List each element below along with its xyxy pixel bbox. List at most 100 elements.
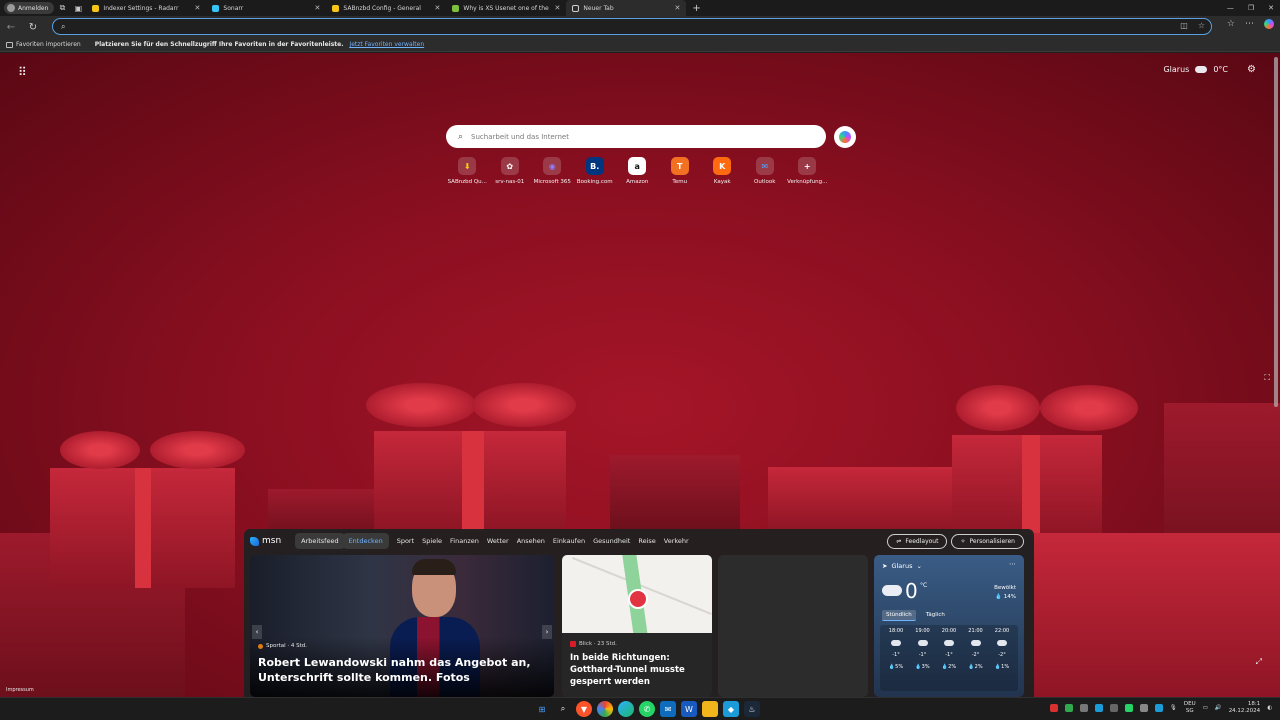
- volume-icon[interactable]: 🔊: [1215, 705, 1222, 711]
- edge-icon[interactable]: [618, 701, 634, 717]
- tray-app-icon[interactable]: [1064, 704, 1073, 712]
- news-headline[interactable]: Robert Lewandowski nahm das Angebot an, …: [258, 655, 548, 685]
- msn-logo[interactable]: msn: [250, 536, 281, 546]
- vscode-icon[interactable]: ◆: [723, 701, 739, 717]
- quick-link-amazon[interactable]: a Amazon: [616, 157, 659, 185]
- favorite-star-icon[interactable]: ☆: [1198, 21, 1205, 30]
- quick-link-srv-nas[interactable]: ✿ srv-nas-01: [489, 157, 532, 185]
- app-launcher-icon[interactable]: ⠿: [18, 65, 27, 79]
- manage-favorites-link[interactable]: Jetzt Favoriten verwalten: [349, 41, 424, 48]
- tray-app-icon[interactable]: [1094, 704, 1103, 712]
- quick-link-outlook[interactable]: ✉ Outlook: [744, 157, 787, 185]
- copilot-icon[interactable]: [1264, 19, 1274, 29]
- weather-widget[interactable]: Glarus 0°C: [1163, 65, 1228, 74]
- language-indicator[interactable]: DEU SG: [1184, 701, 1196, 715]
- import-favorites-button[interactable]: Favoriten importieren: [6, 41, 81, 48]
- tab-daily[interactable]: Täglich: [922, 610, 949, 621]
- clock[interactable]: 18:1 24.12.2024: [1229, 701, 1261, 715]
- feed-nav-finanzen[interactable]: Finanzen: [450, 537, 479, 545]
- new-tab-button[interactable]: +: [692, 3, 700, 14]
- microphone-icon[interactable]: [1049, 704, 1058, 712]
- bluetooth-icon[interactable]: [1109, 704, 1118, 712]
- split-screen-icon[interactable]: ◫: [1180, 21, 1188, 30]
- chrome-icon[interactable]: [597, 701, 613, 717]
- customize-icon[interactable]: ⛶: [1264, 373, 1270, 383]
- add-shortcut-button[interactable]: + Verknüpfung...: [786, 157, 829, 185]
- tab-sonarr[interactable]: Sonarr ✕: [206, 0, 326, 16]
- quick-link-booking[interactable]: B. Booking.com: [574, 157, 617, 185]
- microphone-settings-icon[interactable]: 🎙: [1170, 705, 1177, 711]
- weather-location-selector[interactable]: ➤ Glarus ⌄: [882, 562, 922, 570]
- network-icon[interactable]: ▭: [1203, 705, 1208, 711]
- feed-nav-sport[interactable]: Sport: [397, 537, 414, 545]
- news-source-text: Sportal · 4 Std.: [266, 643, 308, 649]
- brave-icon[interactable]: ▼: [576, 701, 592, 717]
- quick-link-temu[interactable]: T Temu: [659, 157, 702, 185]
- tab-hourly[interactable]: Stündlich: [882, 610, 916, 621]
- copilot-button[interactable]: [834, 126, 856, 148]
- feed-nav-wetter[interactable]: Wetter: [487, 537, 509, 545]
- windows-start-icon[interactable]: ⊞: [534, 701, 550, 717]
- expand-icon[interactable]: ⤢: [1256, 657, 1262, 667]
- page-scrollbar[interactable]: [1274, 57, 1278, 407]
- feed-nav-gesundheit[interactable]: Gesundheit: [593, 537, 630, 545]
- quick-link-kayak[interactable]: K Kayak: [701, 157, 744, 185]
- news-headline[interactable]: In beide Richtungen: Gotthard-Tunnel mus…: [570, 652, 708, 688]
- feed-nav-spiele[interactable]: Spiele: [422, 537, 442, 545]
- close-tab-icon[interactable]: ✕: [675, 4, 681, 12]
- close-tab-icon[interactable]: ✕: [555, 4, 561, 12]
- back-icon[interactable]: ←: [0, 22, 22, 33]
- restore-button[interactable]: ❐: [1248, 4, 1254, 12]
- profile-button[interactable]: Anmelden: [4, 2, 55, 14]
- xsusenet-favicon-icon: [452, 4, 460, 12]
- close-tab-icon[interactable]: ✕: [315, 4, 321, 12]
- news-card-map[interactable]: Blick · 23 Std. In beide Richtungen: Got…: [562, 555, 712, 697]
- tray-app-icon[interactable]: [1139, 704, 1148, 712]
- page-settings-icon[interactable]: ⚙: [1247, 64, 1256, 75]
- refresh-icon[interactable]: ↻: [22, 22, 44, 33]
- more-options-icon[interactable]: ⋯: [1009, 560, 1016, 568]
- personalize-button[interactable]: ✧ Personalisieren: [951, 534, 1024, 549]
- feed-nav-entdecken[interactable]: Entdecken: [342, 533, 389, 549]
- favorites-icon[interactable]: ☆: [1227, 19, 1235, 29]
- steam-icon[interactable]: ♨: [744, 701, 760, 717]
- feed-layout-button[interactable]: ⇌ Feedlayout: [887, 534, 948, 549]
- notification-icon[interactable]: ◐: [1267, 705, 1272, 711]
- quick-link-sabnzbd[interactable]: ⬇ SABnzbd Qu...: [446, 157, 489, 185]
- tab-actions-icon[interactable]: ▣: [70, 1, 86, 15]
- more-menu-icon[interactable]: ⋯: [1245, 19, 1254, 29]
- impressum-link[interactable]: Impressum: [6, 687, 34, 693]
- close-window-button[interactable]: ✕: [1268, 4, 1274, 12]
- tab-xsusenet[interactable]: Why is XS Usenet one of the safest... ✕: [446, 0, 566, 16]
- outlook-icon[interactable]: ✉: [660, 701, 676, 717]
- news-card-main[interactable]: ‹ › Sportal · 4 Std. Robert Lewandowski …: [250, 555, 554, 697]
- feed-nav-ansehen[interactable]: Ansehen: [517, 537, 545, 545]
- close-tab-icon[interactable]: ✕: [195, 4, 201, 12]
- feed-nav-einkaufen[interactable]: Einkaufen: [553, 537, 585, 545]
- close-tab-icon[interactable]: ✕: [435, 4, 441, 12]
- workspaces-icon[interactable]: ⧉: [54, 1, 70, 15]
- file-explorer-icon[interactable]: [702, 701, 718, 717]
- quick-link-microsoft-365[interactable]: ◉ Microsoft 365: [531, 157, 574, 185]
- tray-app-icon[interactable]: [1079, 704, 1088, 712]
- web-search-box[interactable]: ⌕ Sucharbeit und das Internet: [446, 125, 826, 148]
- tray-app-icon[interactable]: [1154, 704, 1163, 712]
- address-bar[interactable]: ⌕ ◫ ☆: [52, 18, 1212, 35]
- hour-forecast: 21:00 -2° 💧2%: [968, 628, 983, 670]
- tray-app-icon[interactable]: [1124, 704, 1133, 712]
- carousel-next-icon[interactable]: ›: [542, 625, 552, 639]
- feed-nav-arbeitsfeed[interactable]: Arbeitsfeed: [295, 533, 345, 549]
- plus-icon: +: [798, 157, 817, 175]
- search-icon[interactable]: ⌕: [555, 701, 571, 717]
- feed-nav-verkehr[interactable]: Verkehr: [664, 537, 689, 545]
- word-icon[interactable]: W: [681, 701, 697, 717]
- tab-radarr[interactable]: Indexer Settings - Radarr ✕: [86, 0, 206, 16]
- weather-card[interactable]: ➤ Glarus ⌄ ⋯ 0 °C Bewölkt 💧 14% Stündlic…: [874, 555, 1024, 697]
- minimize-button[interactable]: —: [1227, 4, 1234, 12]
- tab-new-tab[interactable]: Neuer Tab ✕: [566, 0, 687, 16]
- msn-feed: msn Arbeitsfeed Entdecken Sport Spiele F…: [244, 529, 1034, 697]
- whatsapp-icon[interactable]: ✆: [639, 701, 655, 717]
- carousel-prev-icon[interactable]: ‹: [252, 625, 262, 639]
- feed-nav-reise[interactable]: Reise: [638, 537, 655, 545]
- tab-sabnzbd[interactable]: SABnzbd Config - General ✕: [326, 0, 446, 16]
